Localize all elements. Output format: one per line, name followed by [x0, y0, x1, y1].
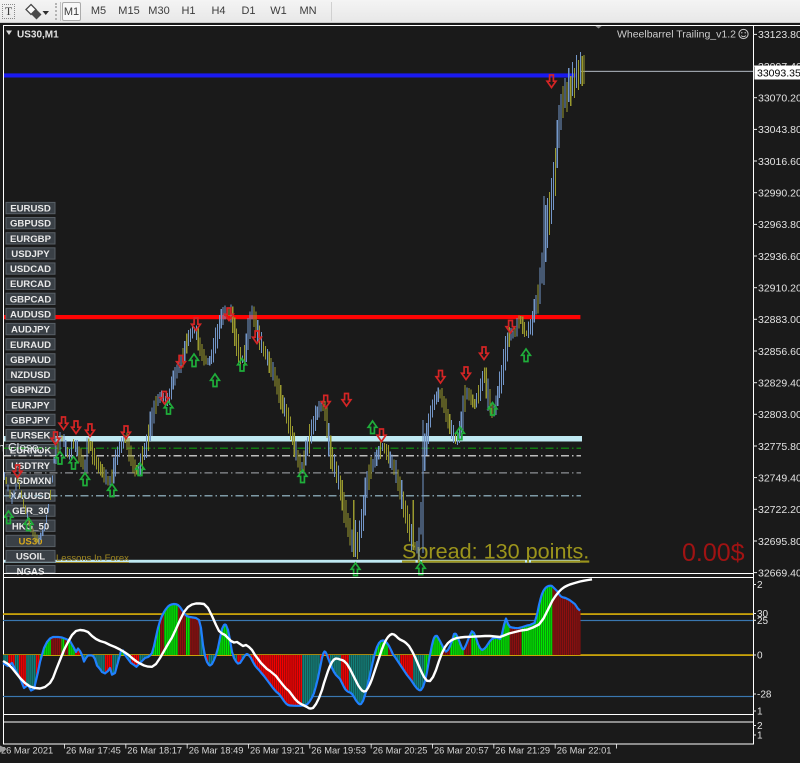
svg-text:Lessons In Forex: Lessons In Forex	[56, 553, 129, 564]
svg-text:XAUUSD: XAUUSD	[10, 491, 51, 502]
svg-text:AUDUSD: AUDUSD	[10, 310, 51, 321]
svg-text:GBPJPY: GBPJPY	[11, 415, 51, 426]
svg-text:26 Mar 22:01: 26 Mar 22:01	[557, 746, 612, 756]
svg-text:32963.80: 32963.80	[758, 219, 800, 231]
svg-text:GBPAUD: GBPAUD	[10, 355, 51, 366]
svg-text:33070.20: 33070.20	[758, 93, 800, 105]
svg-text:Spread: 130 points.: Spread: 130 points.	[402, 539, 589, 564]
svg-text:EURUSD: EURUSD	[10, 204, 51, 215]
svg-text:32803.00: 32803.00	[758, 409, 800, 421]
svg-text:0: 0	[757, 651, 763, 662]
svg-text:33123.80: 33123.80	[758, 29, 800, 41]
svg-text:25: 25	[757, 616, 769, 627]
svg-text:2: 2	[757, 580, 763, 591]
svg-text:33093.35: 33093.35	[757, 68, 800, 80]
svg-text:GBPUSD: GBPUSD	[10, 219, 51, 230]
svg-text:32856.60: 32856.60	[758, 346, 800, 358]
svg-text:GBPCAD: GBPCAD	[10, 294, 52, 305]
svg-text:32722.20: 32722.20	[758, 504, 800, 516]
svg-text:26 Mar 2021: 26 Mar 2021	[1, 746, 53, 756]
svg-text:EURGBP: EURGBP	[10, 234, 52, 245]
svg-text:GER_30: GER_30	[12, 506, 49, 517]
svg-text:EURAUD: EURAUD	[10, 340, 51, 351]
svg-text:NZDUSD: NZDUSD	[11, 370, 51, 381]
svg-text:0.00$: 0.00$	[682, 539, 745, 567]
svg-text:USDTRY: USDTRY	[11, 461, 51, 472]
svg-text:1: 1	[757, 707, 763, 718]
svg-text:-28: -28	[757, 690, 772, 701]
svg-text:GBPNZD: GBPNZD	[10, 385, 51, 396]
svg-text:USDCAD: USDCAD	[10, 264, 51, 275]
svg-text:26 Mar 18:49: 26 Mar 18:49	[189, 746, 244, 756]
svg-text:NGAS: NGAS	[17, 567, 45, 578]
svg-text:26 Mar 20:57: 26 Mar 20:57	[434, 746, 489, 756]
svg-text:AUDJPY: AUDJPY	[11, 325, 51, 336]
svg-text:33043.80: 33043.80	[758, 124, 800, 136]
svg-text:33016.60: 33016.60	[758, 156, 800, 168]
svg-text:US30,M1: US30,M1	[17, 30, 59, 41]
svg-text:26 Mar 19:53: 26 Mar 19:53	[311, 746, 366, 756]
svg-text:26 Mar 19:21: 26 Mar 19:21	[250, 746, 305, 756]
svg-text:32883.00: 32883.00	[758, 314, 800, 326]
svg-text:1: 1	[757, 731, 763, 742]
svg-text:EURCAD: EURCAD	[10, 279, 51, 290]
svg-text:32829.40: 32829.40	[758, 378, 800, 390]
svg-text:26 Mar 21:29: 26 Mar 21:29	[495, 746, 550, 756]
svg-text:32695.80: 32695.80	[758, 536, 800, 548]
svg-text:Wheelbarrel Trailing_v1.2: Wheelbarrel Trailing_v1.2	[617, 29, 736, 41]
svg-text:26 Mar 18:17: 26 Mar 18:17	[127, 746, 182, 756]
svg-text:EURJPY: EURJPY	[11, 400, 50, 411]
svg-text:n Close,: n Close,	[0, 441, 42, 455]
svg-text:32749.40: 32749.40	[758, 472, 800, 484]
svg-text:USDJPY: USDJPY	[11, 249, 50, 260]
svg-text:32775.80: 32775.80	[758, 441, 800, 453]
svg-text:26 Mar 20:25: 26 Mar 20:25	[373, 746, 428, 756]
svg-text:32936.60: 32936.60	[758, 251, 800, 263]
svg-text:32910.20: 32910.20	[758, 283, 800, 295]
svg-text:32669.40: 32669.40	[758, 567, 800, 579]
svg-text:USOIL: USOIL	[16, 552, 45, 563]
svg-text:32990.20: 32990.20	[758, 188, 800, 200]
svg-text:26 Mar 17:45: 26 Mar 17:45	[66, 746, 121, 756]
